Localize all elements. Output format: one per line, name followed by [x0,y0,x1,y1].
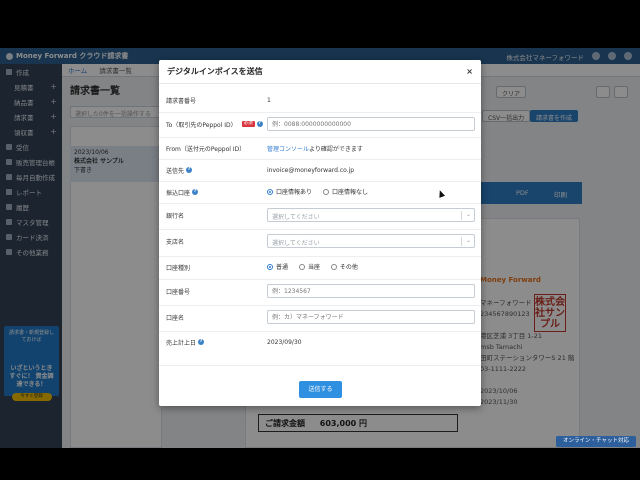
send-to-label: 送信先 [166,167,185,175]
modal-title: デジタルインボイスを送信 [167,67,263,76]
sales-date-label-group: 売上計上日 ? [166,338,205,347]
divider [159,203,481,204]
peppol-from-value: 管理コンソールより確認ができます [267,144,363,153]
divider [159,331,481,332]
peppol-from-label: From（送付元のPeppol ID） [166,145,246,153]
account-number-row: 口座番号 [159,284,481,298]
peppol-to-input[interactable] [267,117,475,131]
radio-type-checking[interactable]: 当座 [298,262,320,272]
chevron-down-icon: ⌄ [465,211,471,218]
divider [159,112,481,113]
peppol-from-row: From（送付元のPeppol ID） 管理コンソールより確認ができます [159,142,481,154]
divider [159,181,481,182]
peppol-to-label: To（取引先のPeppol ID） [166,121,237,129]
radio-label: その他 [339,264,358,272]
help-icon[interactable]: ? [192,189,199,195]
account-number-label: 口座番号 [166,288,191,296]
divider [159,279,481,280]
divider [159,365,481,366]
radio-type-other[interactable]: その他 [330,262,358,272]
help-icon[interactable]: ? [198,339,205,345]
bank-name-label: 銀行名 [166,212,185,220]
required-badge: 必須 [241,121,255,127]
peppol-to-row: To（取引先のPeppol ID） 必須 ? [159,117,481,131]
divider [159,229,481,230]
help-icon[interactable]: ? [256,121,263,127]
radio-checked-icon [267,263,273,270]
app-screen: Money Forward クラウド請求書 株式会社マネーフォワード 作成 見積… [0,48,640,448]
divider [159,159,481,160]
bank-account-radios: 口座情報あり 口座情報なし [267,187,377,197]
send-to-label-group: 送信先 ? [166,166,193,175]
send-button[interactable]: 送信する [299,381,342,398]
send-to-row: 送信先 ? invoice@moneyforward.co.jp [159,164,481,176]
radio-unchecked-icon [330,263,337,270]
radio-label: 普通 [276,264,289,272]
send-to-email: invoice@moneyforward.co.jp [267,166,355,174]
account-number-input[interactable] [267,284,475,298]
select-separator [461,237,462,246]
sales-date-value: 2023/09/30 [267,338,302,346]
radio-label: 口座情報なし [331,189,368,197]
branch-name-label: 支店名 [166,238,185,246]
bank-name-row: 銀行名 選択してください ⌄ [159,208,481,222]
radio-bank-info-no[interactable]: 口座情報なし [322,187,368,197]
admin-console-link[interactable]: 管理コンソール [267,146,309,153]
close-icon[interactable]: × [466,67,473,76]
peppol-to-label-group: To（取引先のPeppol ID） 必須 ? [166,120,263,129]
account-name-row: 口座名 [159,310,481,324]
select-separator [461,211,462,220]
account-type-radios: 普通 当座 その他 [267,262,367,272]
sales-date-label: 売上計上日 [166,339,197,347]
bank-account-label: 振込口座 [166,189,191,197]
invoice-number-label: 請求書番号 [166,97,197,105]
account-type-row: 口座種別 普通 当座 その他 [159,261,481,273]
bank-account-label-group: 振込口座 ? [166,188,199,197]
bank-name-select[interactable]: 選択してください ⌄ [267,208,475,222]
invoice-number-row: 請求書番号 1 [159,94,481,106]
radio-label: 当座 [307,264,320,272]
radio-label: 口座情報あり [276,189,313,197]
divider [159,305,481,306]
radio-type-ordinary[interactable]: 普通 [267,262,288,271]
radio-unchecked-icon [298,263,305,270]
divider [159,256,481,257]
account-name-input[interactable] [267,310,475,324]
bank-account-row: 振込口座 ? 口座情報あり 口座情報なし [159,186,481,198]
modal-header: デジタルインボイスを送信 × [159,60,481,84]
account-name-label: 口座名 [166,314,185,322]
branch-name-row: 支店名 選択してください ⌄ [159,234,481,248]
select-placeholder: 選択してください [272,214,320,221]
invoice-number-value: 1 [267,96,271,104]
divider [159,137,481,138]
radio-unchecked-icon [322,188,329,195]
radio-bank-info-yes[interactable]: 口座情報あり [267,187,312,196]
help-icon[interactable]: ? [186,167,193,173]
online-chat-button[interactable]: オンライン・チャット対応 [556,436,636,447]
radio-checked-icon [267,188,273,195]
sales-date-row: 売上計上日 ? 2023/09/30 [159,336,481,348]
select-placeholder: 選択してください [272,240,320,247]
chevron-down-icon: ⌄ [465,237,471,244]
branch-name-select[interactable]: 選択してください ⌄ [267,234,475,248]
peppol-from-hint: より確認ができます [309,145,363,153]
digital-invoice-modal: デジタルインボイスを送信 × 請求書番号 1 To（取引先のPeppol ID）… [159,60,481,406]
account-type-label: 口座種別 [166,264,191,272]
